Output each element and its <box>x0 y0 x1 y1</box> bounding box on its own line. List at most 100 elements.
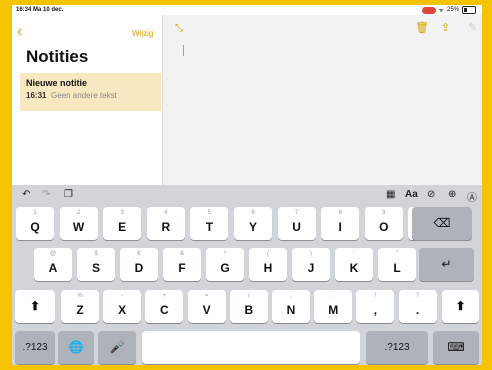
backspace-icon: ⌫ <box>433 216 451 230</box>
key-label: C <box>160 303 169 317</box>
markup-icon[interactable]: Ⓐ <box>467 189 477 204</box>
key-secondary-label: 7 <box>294 210 299 216</box>
key-m[interactable]: :M <box>314 290 353 323</box>
clipboard-icon[interactable]: ❐ <box>64 189 73 200</box>
status-bar: 16:34 Ma 10 dec. ᯤ 25% <box>12 5 482 15</box>
table-icon[interactable]: ▦ <box>386 189 395 200</box>
key-secondary-label: ? <box>415 293 420 299</box>
key-b[interactable]: / B <box>229 290 268 323</box>
keyboard-toolbar: ↶ ↷ ❐ ▦ Aa ⊘ ⊕ Ⓐ <box>12 185 482 205</box>
key-secondary-label: & <box>179 251 184 257</box>
key-i[interactable]: 8I <box>321 207 360 240</box>
key-q[interactable]: 1Q <box>16 207 54 240</box>
key-label: B <box>244 303 254 317</box>
key-d[interactable]: € D <box>120 248 158 281</box>
numbers-key-right[interactable]: .?123 <box>366 331 428 364</box>
redo-icon[interactable]: ↷ <box>42 189 50 200</box>
key-label: J <box>307 261 315 275</box>
key-label: K <box>349 261 359 275</box>
key-x[interactable]: -X <box>103 290 142 323</box>
key-label: V <box>202 303 211 317</box>
note-editor[interactable]: ⤡ 🗑 ⇪ ✎ <box>163 15 482 185</box>
key-t[interactable]: 5T <box>190 207 229 240</box>
key-secondary-label: ( <box>267 251 269 257</box>
key-label: H <box>263 261 273 275</box>
ipad-screen: 16:34 Ma 10 dec. ᯤ 25% ‹ Wijzig Notities… <box>12 5 482 365</box>
keyboard-hide-icon: ⌨ <box>447 340 465 354</box>
key-secondary-label: € <box>137 251 141 257</box>
key-z[interactable]: % Z <box>61 290 99 323</box>
key-v[interactable]: = V <box>187 290 226 323</box>
key-o[interactable]: 9O <box>364 207 403 240</box>
dictation-key[interactable]: 🎤 <box>98 331 136 364</box>
key-e[interactable]: 3E <box>103 207 142 240</box>
shift-left-key[interactable]: ⬆ <box>15 290 55 323</box>
hide-keyboard-key[interactable]: ⌨ <box>433 331 479 364</box>
list-item[interactable]: Nieuwe notitie 16:31 Geen andere tekst <box>20 73 161 111</box>
undo-icon[interactable]: ↶ <box>22 189 30 200</box>
key-r[interactable]: 4R <box>146 207 185 240</box>
key-j[interactable]: ) J <box>292 248 330 281</box>
key-label: T <box>205 220 214 234</box>
delete-key[interactable]: ⌫ <box>412 207 472 240</box>
key-label: Y <box>248 220 257 234</box>
return-key[interactable]: ↵ <box>419 248 474 281</box>
numbers-key-left[interactable]: .?123 <box>15 331 55 364</box>
key-secondary-label: 3 <box>120 210 124 216</box>
plus-circle-icon[interactable]: ⊕ <box>448 189 456 200</box>
globe-key[interactable]: 🌐 <box>58 331 94 364</box>
key-l[interactable]: " L <box>378 248 416 281</box>
key-n[interactable]: ; N <box>272 290 310 323</box>
key-secondary-label: / <box>247 293 250 299</box>
key-a[interactable]: @ A <box>34 248 72 281</box>
space-bar[interactable] <box>142 331 360 364</box>
share-icon[interactable]: ⇪ <box>441 21 450 34</box>
key-h[interactable]: (H <box>249 248 287 281</box>
key-label: S <box>91 261 100 275</box>
key-label: N <box>286 303 296 317</box>
key-label: X <box>118 303 127 317</box>
shift-icon: ⬆ <box>455 299 466 313</box>
key-g[interactable]: * G <box>206 248 244 281</box>
key-c[interactable]: + C <box>145 290 184 323</box>
key-label: O <box>379 220 389 234</box>
onscreen-keyboard: ↶ ↷ ❐ ▦ Aa ⊘ ⊕ Ⓐ 1Q2W3E4R5T6Y7U8I9O0P@A$… <box>12 185 482 365</box>
key-secondary-label: 6 <box>251 210 255 216</box>
compose-icon[interactable]: ✎ <box>468 21 477 34</box>
key-secondary-label: 8 <box>338 210 342 216</box>
key-secondary-label: - <box>121 293 124 299</box>
key-secondary-label: ' <box>353 251 355 257</box>
recording-indicator-icon <box>421 6 436 14</box>
key-label: F <box>178 261 186 275</box>
key-u[interactable]: 7U <box>277 207 316 240</box>
key-secondary-label: 9 <box>382 210 386 216</box>
expand-icon[interactable]: ⤡ <box>175 23 183 34</box>
key-s[interactable]: $ S <box>77 248 115 281</box>
trash-icon[interactable]: 🗑 <box>415 21 429 34</box>
battery-percent: 25% <box>446 7 459 13</box>
key-label: M <box>328 303 339 317</box>
key-label: Z <box>76 303 84 317</box>
key-y[interactable]: 6Y <box>234 207 272 240</box>
key-,[interactable]: !, <box>356 290 395 323</box>
microphone-icon: 🎤 <box>109 340 125 354</box>
key-w[interactable]: 2W <box>59 207 98 240</box>
shift-right-key[interactable]: ⬆ <box>442 290 479 323</box>
key-.[interactable]: ?. <box>398 290 437 323</box>
back-chevron-icon[interactable]: ‹ <box>17 24 22 40</box>
format-text-icon[interactable]: Aa <box>405 189 418 200</box>
key-label: A <box>48 261 58 275</box>
key-label: U <box>292 220 301 234</box>
key-f[interactable]: & F <box>163 248 201 281</box>
key-label: . <box>415 303 420 317</box>
key-k[interactable]: ' K <box>335 248 373 281</box>
key-label: I <box>338 220 342 234</box>
checklist-icon[interactable]: ⊘ <box>427 189 435 200</box>
key-label: G <box>220 261 230 275</box>
key-secondary-label: ; <box>290 293 292 299</box>
page-title: Notities <box>26 47 89 66</box>
battery-icon <box>462 6 476 14</box>
shift-icon: ⬆ <box>29 299 41 313</box>
edit-button[interactable]: Wijzig <box>132 29 153 38</box>
key-secondary-label: * <box>223 251 227 257</box>
